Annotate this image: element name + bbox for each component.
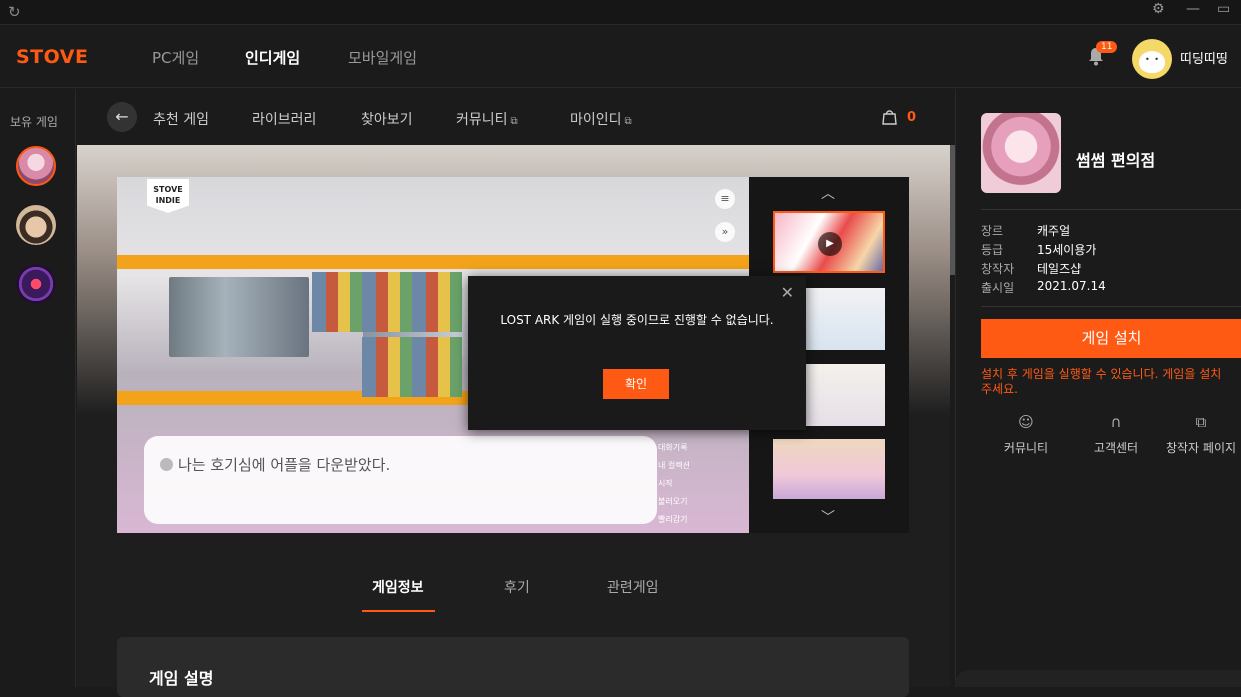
refresh-icon[interactable]: ↻ (8, 3, 21, 21)
nav-mobile-games[interactable]: 모바일게임 (348, 47, 417, 68)
back-button[interactable]: ← (107, 102, 137, 132)
user-avatar[interactable] (1132, 39, 1172, 79)
username[interactable]: 띠딩띠띵 (1180, 48, 1228, 67)
game-dialogue-box: 나는 호기심에 어플을 다운받았다. (144, 436, 657, 524)
thumbnail-image[interactable] (773, 439, 885, 499)
nav-pc-games[interactable]: PC게임 (152, 47, 199, 68)
owned-games-sidebar: 보유 게임 (0, 89, 76, 687)
info-label-creator: 창작자 (981, 262, 1015, 276)
game-tabs: 게임정보 후기 관련게임 (77, 575, 950, 615)
notification-badge: 11 (1096, 41, 1118, 53)
active-tab-indicator (362, 610, 435, 612)
info-label-release: 출시일 (981, 281, 1015, 295)
external-link-icon: ⧉ (624, 116, 632, 127)
thumbnail-up-arrow[interactable]: ︿ (821, 183, 835, 203)
info-label-rating: 등급 (981, 243, 1004, 257)
game-description-heading: 게임 설명 (149, 669, 214, 688)
game-summary-panel: 썸썸 편의점 장르 캐주얼 등급 15세이용가 창작자 테일즈샵 출시일 202… (955, 89, 1241, 687)
top-navigation: STOVE PC게임 인디게임 모바일게임 11 띠딩띠띵 (0, 26, 1241, 88)
stove-logo[interactable]: STOVE (16, 46, 88, 68)
external-link-icon: ⧉ (1195, 413, 1207, 431)
tab-reviews[interactable]: 후기 (504, 577, 530, 597)
game-description-section: 게임 설명 (117, 637, 909, 697)
subnav-community[interactable]: 커뮤니티 ⧉ (456, 109, 518, 129)
subnav-myindie[interactable]: 마이인디 ⧉ (570, 109, 632, 129)
nav-indie-games[interactable]: 인디게임 (245, 47, 300, 68)
subnav-browse[interactable]: 찾아보기 (361, 109, 413, 129)
indie-subnav: ← 추천 게임 라이브러리 찾아보기 커뮤니티 ⧉ 마이인디 ⧉ 0 (77, 89, 955, 145)
subnav-library[interactable]: 라이브러리 (252, 109, 316, 129)
external-link-icon: ⧉ (510, 116, 518, 127)
alert-dialog: ✕ LOST ARK 게임이 실행 중이므로 진행할 수 없습니다. 확인 (468, 276, 806, 430)
fast-forward-icon[interactable]: » (715, 222, 735, 242)
thumbnail-down-arrow[interactable]: ﹀ (821, 507, 835, 527)
install-game-button[interactable]: 게임 설치 (981, 319, 1241, 358)
confirm-button[interactable]: 확인 (603, 369, 669, 399)
maximize-icon[interactable]: ▭ (1217, 1, 1230, 17)
owned-game-icon[interactable] (16, 205, 56, 245)
tab-game-info[interactable]: 게임정보 (372, 577, 424, 597)
tab-related-games[interactable]: 관련게임 (607, 577, 659, 597)
close-icon[interactable]: ✕ (781, 283, 794, 302)
game-cover-image (981, 113, 1061, 193)
info-value-release: 2021.07.14 (1037, 279, 1106, 293)
owned-games-title: 보유 게임 (10, 115, 58, 129)
window-titlebar: ↻ ⚙ — ▭ (0, 0, 1241, 25)
community-link[interactable]: ☺ 커뮤니티 (981, 413, 1071, 456)
info-value-rating: 15세이용가 (1037, 243, 1097, 257)
subnav-community-label: 커뮤니티 (456, 112, 508, 128)
subnav-myindie-label: 마이인디 (570, 112, 622, 128)
subnav-recommended[interactable]: 추천 게임 (153, 109, 209, 129)
info-value-creator: 테일즈샵 (1037, 262, 1082, 276)
menu-icon[interactable]: ≡ (715, 189, 735, 209)
owned-game-icon[interactable] (16, 264, 56, 304)
minimize-icon[interactable]: — (1186, 1, 1200, 17)
chat-icon: ☺ (1018, 413, 1034, 431)
game-title: 썸썸 편의점 (1076, 151, 1156, 170)
cart-count: 0 (907, 110, 917, 125)
info-label-genre: 장르 (981, 224, 1004, 238)
game-side-menu: 대화기록 내 컬렉션 시작 불러오기 빨리감기 (658, 443, 690, 524)
creator-page-link[interactable]: ⧉ 창작자 페이지 (1156, 413, 1241, 456)
speaker-icon (160, 458, 173, 471)
thumbnail-video[interactable]: ▶ (773, 211, 885, 273)
headset-icon: ∩ (1110, 413, 1122, 431)
panel-corner (955, 670, 1241, 687)
gear-icon[interactable]: ⚙ (1152, 1, 1165, 17)
owned-game-icon[interactable] (16, 146, 56, 186)
alert-message: LOST ARK 게임이 실행 중이므로 진행할 수 없습니다. (500, 313, 774, 327)
cart-icon[interactable] (881, 108, 898, 125)
support-link[interactable]: ∩ 고객센터 (1071, 413, 1161, 456)
dialogue-text: 나는 호기심에 어플을 다운받았다. (178, 456, 391, 474)
info-value-genre: 캐주얼 (1037, 224, 1071, 238)
stove-indie-badge: STOVE INDIE (147, 179, 189, 213)
play-icon: ▶ (818, 232, 842, 256)
install-note: 설치 후 게임을 실행할 수 있습니다. 게임을 설치 주세요. (981, 367, 1222, 396)
